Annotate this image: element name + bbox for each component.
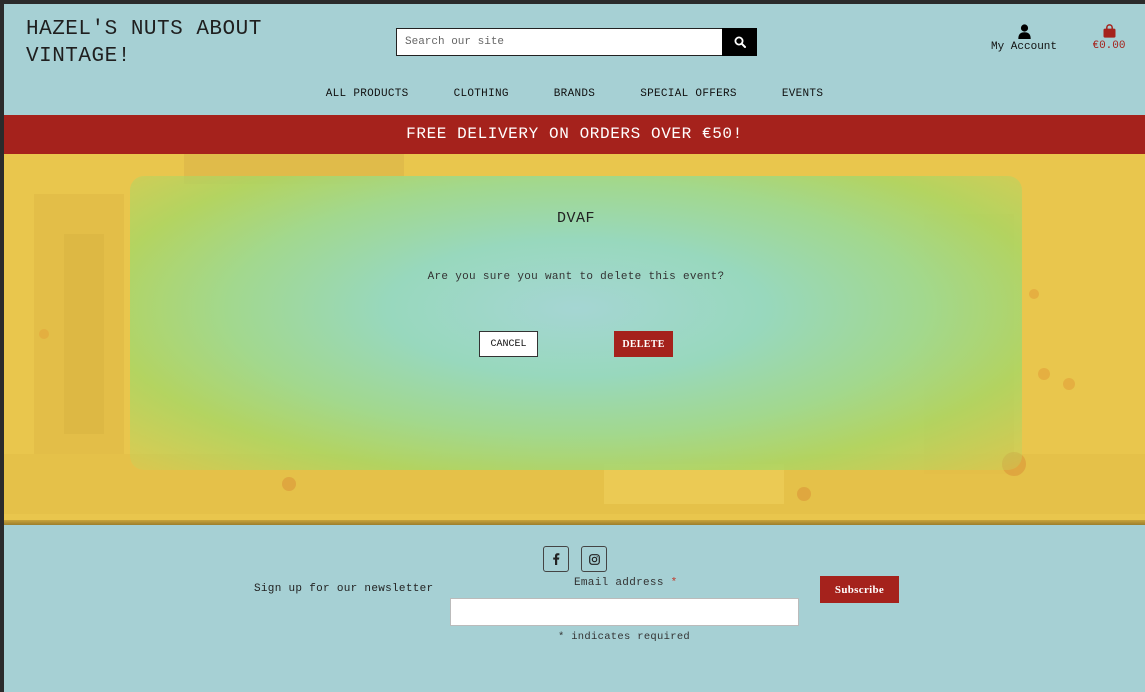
delete-confirmation-dialog: DVAF Are you sure you want to delete thi…: [130, 176, 1022, 470]
main-nav: ALL PRODUCTS CLOTHING BRANDS SPECIAL OFF…: [4, 88, 1145, 100]
event-title: DVAF: [556, 210, 595, 227]
nav-special-offers[interactable]: SPECIAL OFFERS: [640, 88, 737, 100]
email-field[interactable]: [450, 598, 799, 626]
footer: Sign up for our newsletter Email address…: [4, 525, 1145, 692]
shopping-bag-icon: [1103, 24, 1115, 38]
required-note: * indicates required: [558, 631, 691, 643]
my-account-label: My Account: [990, 41, 1057, 53]
cancel-button[interactable]: CANCEL: [479, 331, 538, 357]
email-label: Email address *: [574, 577, 678, 589]
site-logo[interactable]: HAZEL'S NUTS ABOUT VINTAGE!: [26, 16, 326, 70]
newsletter-label: Sign up for our newsletter: [254, 583, 434, 595]
nav-all-products[interactable]: ALL PRODUCTS: [326, 88, 409, 100]
instagram-link[interactable]: [581, 546, 607, 572]
email-label-text: Email address: [574, 577, 664, 589]
delete-confirmation-message: Are you sure you want to delete this eve…: [427, 271, 725, 283]
search-input[interactable]: [396, 28, 722, 56]
required-marker: *: [670, 577, 678, 589]
search-button[interactable]: [722, 28, 757, 56]
delete-button[interactable]: DELETE: [614, 331, 673, 357]
my-account-link[interactable]: My Account: [984, 24, 1064, 53]
nav-events[interactable]: EVENTS: [782, 88, 823, 100]
hero-background: DVAF Are you sure you want to delete thi…: [4, 154, 1145, 525]
cart-link[interactable]: €0.00: [1084, 24, 1134, 52]
nav-clothing[interactable]: CLOTHING: [454, 88, 509, 100]
page: HAZEL'S NUTS ABOUT VINTAGE! My Account €…: [4, 4, 1145, 692]
search-icon: [734, 36, 746, 48]
facebook-link[interactable]: [543, 546, 569, 572]
search-form: [396, 28, 757, 56]
cart-total: €0.00: [1092, 40, 1126, 52]
nav-brands[interactable]: BRANDS: [554, 88, 595, 100]
user-icon: [1017, 24, 1031, 39]
facebook-icon: [553, 553, 560, 565]
delivery-banner: FREE DELIVERY ON ORDERS OVER €50!: [4, 115, 1145, 154]
instagram-icon: [588, 553, 600, 565]
subscribe-button[interactable]: Subscribe: [820, 576, 899, 603]
